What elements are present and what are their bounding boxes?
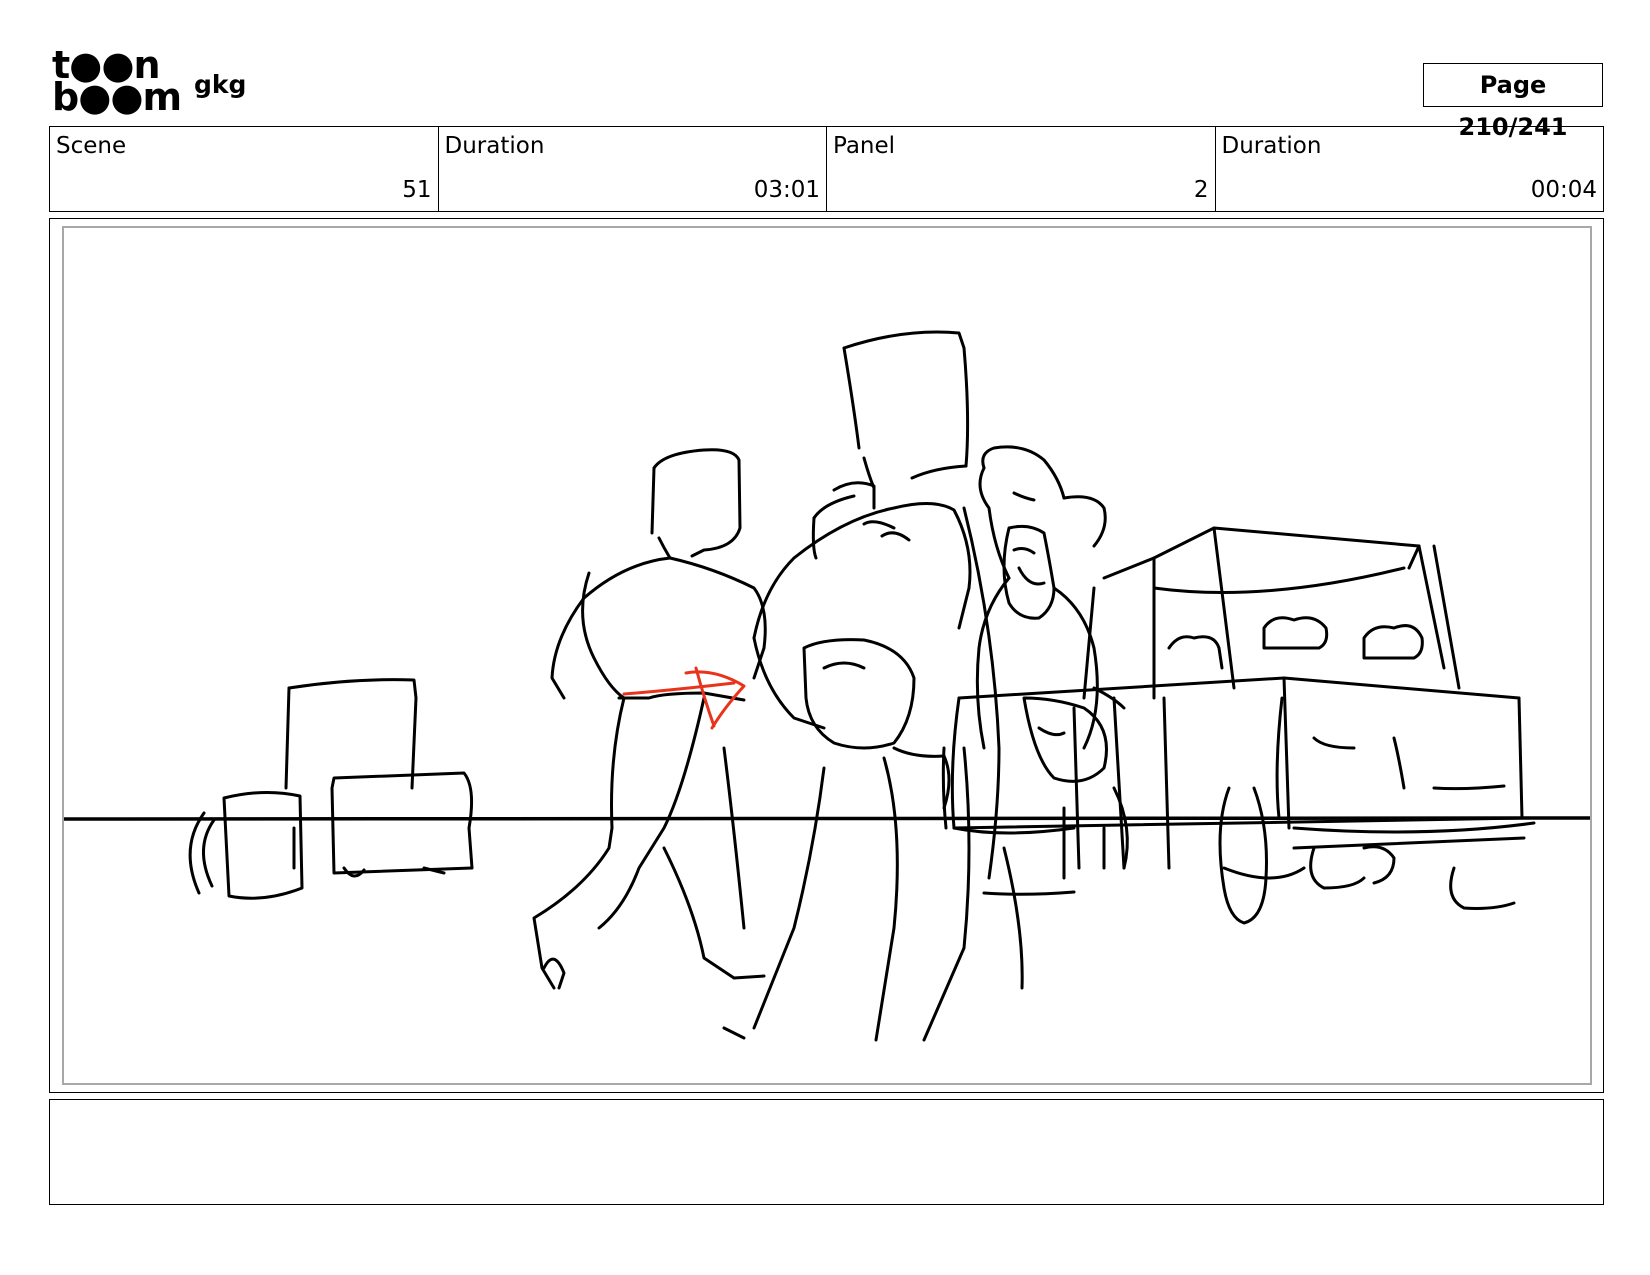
- logo-line-2: b●●m: [52, 75, 182, 119]
- project-title: gkg: [194, 70, 247, 99]
- scene-value: 51: [402, 177, 432, 203]
- smiling-character-sketch: [962, 445, 1129, 990]
- page-indicator: Page 210/241: [1423, 63, 1603, 141]
- horizon-line: [64, 816, 1590, 821]
- scene-cell: Scene 51: [50, 127, 439, 211]
- scene-duration-cell: Duration 03:01: [439, 127, 827, 211]
- scene-duration-value: 03:01: [753, 177, 820, 203]
- scene-label: Scene: [56, 133, 127, 159]
- panel-duration-cell: Duration 00:04: [1216, 127, 1604, 211]
- panel-duration-label: Duration: [1221, 133, 1322, 159]
- truck-sketch: [941, 526, 1536, 925]
- central-character-sketch: [722, 330, 972, 1042]
- left-vehicle-sketch: [188, 678, 474, 900]
- panel-cell: Panel 2: [827, 127, 1216, 211]
- panel-duration-value: 00:04: [1530, 177, 1597, 203]
- panel-label: Panel: [833, 133, 896, 159]
- scene-info-table: Scene 51 Duration 03:01 Panel 2 Duration…: [49, 126, 1604, 212]
- scene-duration-label: Duration: [444, 133, 545, 159]
- sketch-drawing: [64, 330, 1590, 1042]
- storyboard-panel-image: [62, 226, 1592, 1085]
- panel-notes-box: [49, 1099, 1604, 1205]
- panel-value: 2: [1193, 177, 1209, 203]
- toonboom-logo: t●●n b●●m: [52, 46, 182, 120]
- walking-figure-sketch: [532, 448, 767, 990]
